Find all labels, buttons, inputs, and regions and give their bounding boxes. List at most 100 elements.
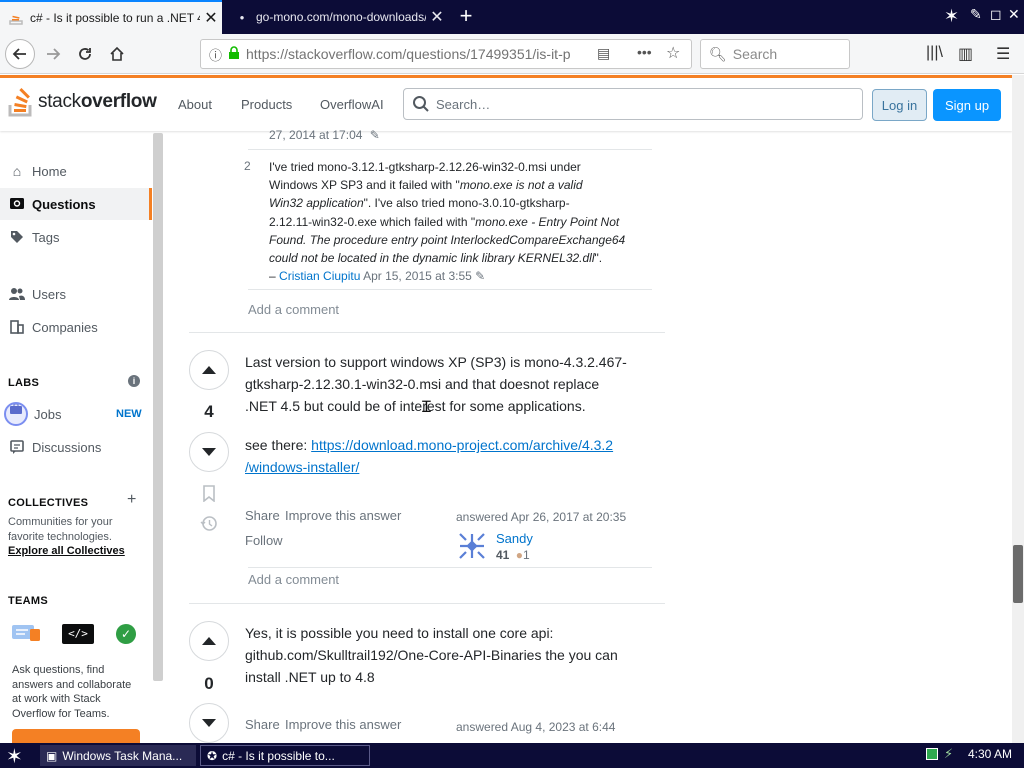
bookmark-star-icon[interactable]: ☆ [666,43,680,63]
hamburger-menu-icon[interactable]: ☰ [996,44,1010,64]
minimize-icon[interactable]: ✎ [970,6,982,23]
tray-network-icon[interactable]: ⚡ [944,746,953,762]
answer-body: Yes, it is possible you need to install … [245,625,618,685]
home-icon [110,46,124,61]
new-badge: NEW [116,408,142,420]
downvote-button[interactable] [189,432,229,472]
page-scrollbar-thumb[interactable] [1013,545,1023,603]
info-icon[interactable]: i [128,375,140,387]
start-menu-icon[interactable]: ✶ [6,744,23,769]
bronze-badge-icon: ● [515,548,523,562]
signup-button[interactable]: Sign up [933,89,1001,121]
taskbar-item-task-manager[interactable]: ▣ Windows Task Mana... [40,745,196,766]
stackoverflow-logo[interactable]: stackoverflow [8,87,157,117]
search-engine-icon: 🔍︎ [709,45,727,62]
site-search-input[interactable]: Search… [403,88,863,120]
sidebar-item-tags[interactable]: Tags [0,221,152,253]
comment-author-link[interactable]: Cristian Ciupitu [279,269,360,283]
bookmark-icon[interactable] [202,485,216,507]
teams-heading: TEAMS [8,595,48,607]
browser-toolbar: ⓘ https://stackoverflow.com/questions/17… [0,34,1024,74]
page-actions-icon[interactable]: ••• [637,44,652,60]
stackoverflow-favicon-icon [8,10,24,26]
answer-body: Last version to support windows XP (SP3)… [245,354,627,475]
upvote-button[interactable] [189,350,229,390]
url-text: https://stackoverflow.com/questions/1749… [246,46,571,62]
close-window-icon[interactable]: ✕ [1008,6,1020,23]
download-link-continued[interactable]: /windows-installer/ [245,459,359,475]
os-taskbar: ✶ ▣ Windows Task Mana... ✪ c# - Is it po… [0,743,1024,768]
sidebar-item-companies[interactable]: Companies [0,311,152,343]
improve-answer-link[interactable]: Improve this answer [285,717,401,732]
teams-cta-button[interactable] [12,729,140,743]
logo-wordmark: stackoverflow [38,91,157,112]
back-button[interactable] [5,39,35,69]
library-icon[interactable]: |||\ [926,44,943,62]
tray-status-icon[interactable] [926,748,938,760]
info-icon[interactable]: ⓘ [209,45,222,64]
home-icon: ⌂ [12,163,22,179]
downvote-button[interactable] [189,703,229,743]
nav-products[interactable]: Products [241,97,292,112]
stackoverflow-logo-icon [8,88,32,117]
improve-answer-link[interactable]: Improve this answer [285,508,401,523]
share-link[interactable]: Share [245,717,280,732]
edit-pencil-icon[interactable]: ✎ [475,269,485,283]
browser-tab-inactive[interactable]: ● go-mono.com/mono-downloads/d ✕ [226,0,448,34]
home-button[interactable] [102,39,132,69]
teams-check-icon: ✓ [116,624,136,644]
user-name-link[interactable]: Sandy [496,531,533,546]
left-sidebar: ⌂ Home Questions Tags Users Companies LA… [0,131,152,743]
login-button[interactable]: Log in [872,89,927,121]
browser-search-input[interactable]: 🔍︎ Search [700,39,850,69]
add-comment-link[interactable]: Add a comment [248,302,339,317]
history-icon[interactable] [200,515,218,537]
downvote-arrow-icon [202,719,216,727]
follow-link[interactable]: Follow [245,533,283,548]
text-cursor-icon: Ɪ [422,399,431,416]
add-comment-link[interactable]: Add a comment [248,572,339,587]
tab-close-icon[interactable]: ✕ [200,8,222,28]
comment-date[interactable]: Apr 15, 2015 at 3:55 [363,269,472,283]
sidebar-toggle-icon[interactable]: ▥ [958,44,973,64]
sidebar-item-users[interactable]: Users [0,278,152,310]
collectives-description: Communities for your favorite technologi… [8,516,125,559]
reload-button[interactable] [70,39,100,69]
nav-about[interactable]: About [178,97,212,112]
explore-collectives-link[interactable]: Explore all Collectives [8,544,125,559]
sidebar-item-discussions[interactable]: Discussions [0,431,152,463]
answered-date[interactable]: answered Apr 26, 2017 at 20:35 [456,510,626,524]
teams-code-icon: </> [62,624,94,644]
tab-close-icon[interactable]: ✕ [426,7,448,27]
taskbar-item-firefox[interactable]: ✪ c# - Is it possible to... [200,745,370,766]
comment-body: I've tried mono-3.12.1-gtksharp-2.12.26-… [269,160,626,284]
taskbar-clock: 4:30 AM [968,747,1013,761]
user-avatar[interactable] [456,530,488,562]
maximize-icon[interactable]: ◻ [990,6,1002,23]
downvote-arrow-icon [202,448,216,456]
companies-icon [8,320,26,334]
share-link[interactable]: Share [245,508,280,523]
forward-button[interactable] [38,39,68,69]
sidebar-item-home[interactable]: ⌂ Home [0,155,152,187]
add-collective-icon[interactable]: + [127,491,136,509]
download-link[interactable]: https://download.mono-project.com/archiv… [311,437,613,453]
sidebar-scrollbar[interactable] [153,133,163,681]
task-manager-icon: ▣ [46,748,58,763]
sidebar-item-questions[interactable]: Questions [0,188,152,220]
edit-pencil-icon[interactable]: ✎ [370,128,380,142]
new-tab-button[interactable]: + [455,5,477,27]
teams-description: Ask questions, find answers and collabor… [12,664,132,720]
comment-separator [248,149,652,150]
stackoverflow-topbar: stackoverflow About Products OverflowAI … [0,75,1012,131]
upvote-button[interactable] [189,621,229,661]
url-bar[interactable]: ⓘ https://stackoverflow.com/questions/17… [200,39,692,69]
browser-search-placeholder: Search [732,46,778,62]
browser-tab-active[interactable]: c# - Is it possible to run a .NET 4. ✕ [0,0,222,34]
teams-chat-icon [12,623,42,643]
nav-overflowai[interactable]: OverflowAI [320,97,384,112]
reader-view-icon[interactable]: ▤ [597,45,610,62]
jobs-icon [4,402,28,426]
answered-date[interactable]: answered Aug 4, 2023 at 6:44 [456,720,615,734]
page-scrollbar-track[interactable] [1012,75,1024,743]
